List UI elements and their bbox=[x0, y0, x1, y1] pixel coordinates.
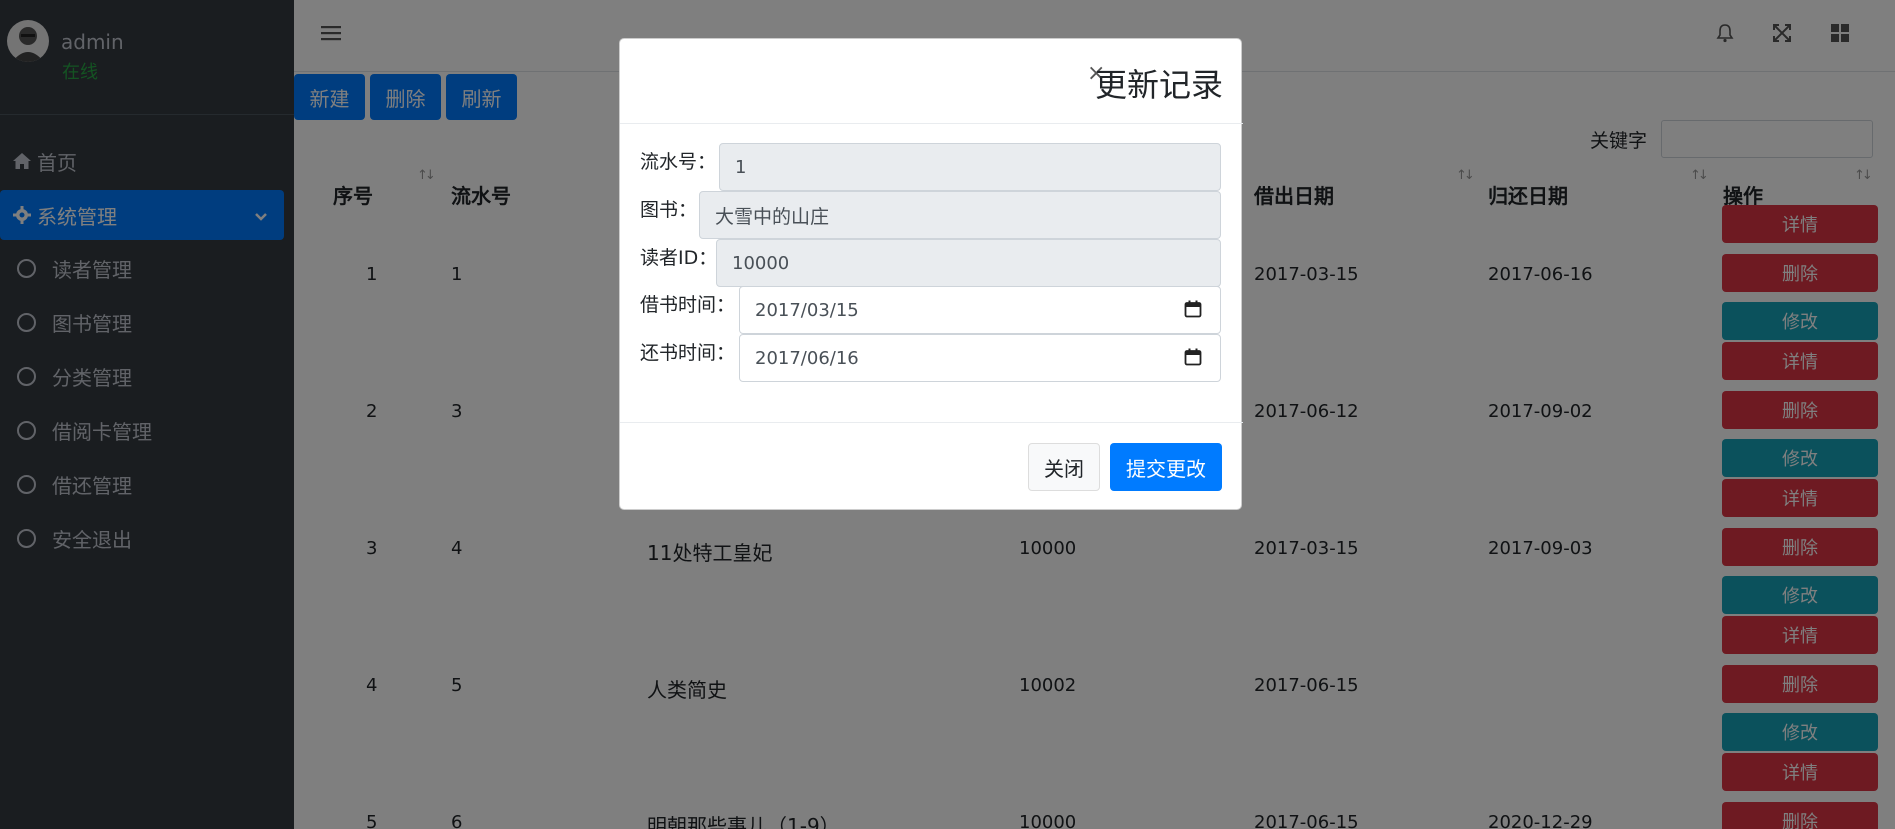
borrow-date-value: 2017/03/15 bbox=[755, 299, 859, 321]
borrow-date-field[interactable]: 2017/03/15 bbox=[739, 286, 1221, 334]
serial-field[interactable]: 1 bbox=[719, 143, 1221, 191]
borrow-date-label: 借书时间： bbox=[640, 294, 736, 316]
return-date-field[interactable]: 2017/06/16 bbox=[739, 334, 1221, 382]
modal-header: × 更新记录 bbox=[620, 39, 1243, 124]
reader-id-label: 读者ID： bbox=[640, 247, 718, 269]
return-date-value: 2017/06/16 bbox=[755, 347, 859, 369]
submit-changes-button[interactable]: 提交更改 bbox=[1110, 443, 1222, 491]
close-button[interactable]: 关闭 bbox=[1028, 443, 1100, 491]
calendar-icon[interactable] bbox=[1184, 348, 1202, 371]
book-label: 图书： bbox=[640, 199, 698, 221]
calendar-icon[interactable] bbox=[1184, 300, 1202, 323]
serial-label: 流水号： bbox=[640, 151, 717, 173]
modal-title: 更新记录 bbox=[1094, 66, 1223, 104]
reader-id-field[interactable]: 10000 bbox=[716, 239, 1221, 287]
update-record-modal: × 更新记录 流水号： 1 图书： 大雪中的山庄 读者ID： 10000 借书时… bbox=[619, 38, 1243, 510]
book-field[interactable]: 大雪中的山庄 bbox=[699, 191, 1221, 239]
return-date-label: 还书时间： bbox=[640, 342, 736, 364]
